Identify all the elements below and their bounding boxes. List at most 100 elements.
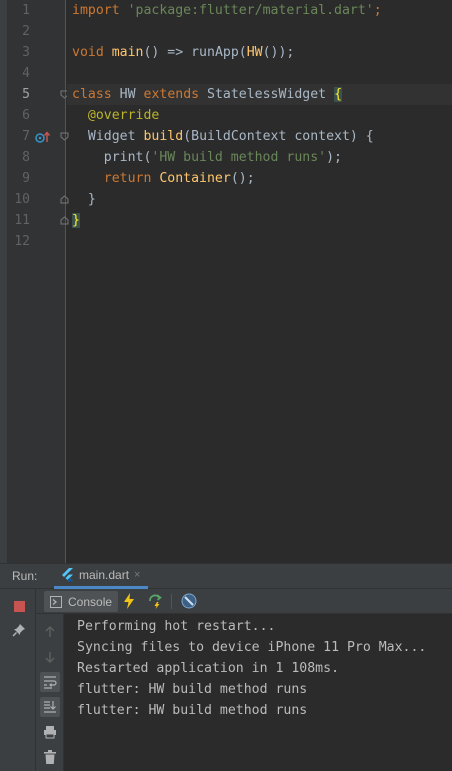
code-line-10: } <box>67 189 452 210</box>
line-number: 1 <box>22 3 30 18</box>
gutter-row: 7 <box>8 126 69 147</box>
toolbar-separator <box>171 594 172 609</box>
console-line: flutter: HW build method runs <box>77 703 308 718</box>
line-number: 3 <box>22 45 30 60</box>
run-tab-label: main.dart <box>79 568 130 582</box>
gutter-row: 2 <box>8 21 66 42</box>
gutter-row: 11 <box>8 210 69 231</box>
keyword: extends <box>143 87 200 102</box>
gutter-row: 12 <box>8 231 66 252</box>
brace-highlight: { <box>334 87 343 102</box>
scroll-down-icon <box>45 652 55 663</box>
code-line-1: import 'package:flutter/material.dart'; <box>67 0 452 21</box>
run-label: Run: <box>12 569 38 583</box>
console-side-toolbar <box>36 614 64 771</box>
keyword: import <box>72 3 120 18</box>
function-name: main <box>111 45 144 60</box>
line-number: 8 <box>22 150 30 165</box>
editor-gutter: 1 2 3 4 5 6 7 8 9 10 11 12 <box>8 0 69 563</box>
gutter-row: 3 <box>8 42 66 63</box>
run-left-toolbar <box>0 589 36 771</box>
gutter-row: 8 <box>8 147 66 168</box>
line-number: 4 <box>22 66 30 81</box>
close-icon[interactable]: × <box>134 569 140 581</box>
console-tab[interactable]: Console <box>44 591 119 612</box>
flutter-inspector-button[interactable] <box>180 592 198 610</box>
line-number: 2 <box>22 24 30 39</box>
code-text: () => runApp( <box>143 45 247 60</box>
code-text: (BuildContext context) { <box>183 129 374 144</box>
line-number: 12 <box>14 234 30 249</box>
console-icon <box>50 595 62 608</box>
code-text: ()); <box>262 45 295 60</box>
code-line-11: } <box>67 210 452 231</box>
pin-button[interactable] <box>9 620 29 640</box>
code-line-8: print('HW build method runs'); <box>67 147 452 168</box>
code-text: (); <box>230 171 255 186</box>
soft-wrap-icon <box>44 676 57 689</box>
code-text: ); <box>326 150 342 165</box>
override-method-icon[interactable] <box>34 129 52 145</box>
hot-reload-button[interactable] <box>120 592 138 610</box>
clear-all-button[interactable] <box>40 747 60 767</box>
scroll-to-end-button[interactable] <box>40 697 60 717</box>
line-number: 7 <box>22 129 30 144</box>
trash-icon <box>44 750 56 764</box>
print-button[interactable] <box>40 722 60 742</box>
scroll-down-button[interactable] <box>40 647 60 667</box>
keyword: class <box>72 87 112 102</box>
hot-reload-icon <box>124 593 134 609</box>
keyword: return <box>103 171 152 186</box>
soft-wrap-button[interactable] <box>40 672 60 692</box>
line-number: 9 <box>22 171 30 186</box>
stop-icon <box>13 600 25 612</box>
code-line-9: return Container(); <box>67 168 452 189</box>
function-name: build <box>143 129 184 144</box>
code-line-7: Widget build(BuildContext context) { <box>67 126 452 147</box>
code-line-5: class HW extends StatelessWidget { <box>67 84 452 105</box>
pin-icon <box>12 624 25 637</box>
class-ref: HW <box>246 45 263 60</box>
code-line-6: @override <box>67 105 452 126</box>
print-icon <box>44 726 56 739</box>
annotation: @override <box>87 108 160 123</box>
class-name: HW <box>119 87 136 102</box>
scroll-up-button[interactable] <box>40 622 60 642</box>
code-text: } <box>87 192 96 207</box>
gutter-row: 9 <box>8 168 66 189</box>
code-area[interactable]: import 'package:flutter/material.dart'; … <box>67 0 452 563</box>
gutter-row: 1 <box>8 0 66 21</box>
keyword: void <box>72 45 104 60</box>
flutter-inspector-icon <box>181 593 197 609</box>
line-number-current: 5 <box>22 87 30 102</box>
console-line: Performing hot restart... <box>77 619 276 634</box>
stop-button[interactable] <box>9 596 29 616</box>
run-panel: Run: main.dart × Console Performing hot … <box>0 563 452 771</box>
hot-restart-icon <box>149 594 162 609</box>
run-header: Run: main.dart × <box>0 563 452 589</box>
scroll-to-end-icon <box>44 701 56 713</box>
console-output[interactable]: Performing hot restart... Syncing files … <box>64 614 452 771</box>
punctuation: ; <box>373 3 382 18</box>
editor-left-strip <box>0 0 8 563</box>
string-literal: 'package:flutter/material.dart' <box>127 3 374 18</box>
console-tab-label: Console <box>68 594 113 609</box>
flutter-icon <box>62 568 73 582</box>
code-editor[interactable]: 1 2 3 4 5 6 7 8 9 10 11 12 import 'packa… <box>0 0 452 563</box>
console-toolbar: Console <box>36 589 452 614</box>
line-number: 11 <box>14 213 30 228</box>
gutter-row: 4 <box>8 63 66 84</box>
code-line-3: void main() => runApp(HW()); <box>67 42 452 63</box>
console-line: Restarted application in 1 108ms. <box>77 661 340 676</box>
console-line: Syncing files to device iPhone 11 Pro Ma… <box>77 640 427 655</box>
hot-restart-button[interactable] <box>146 592 164 610</box>
run-tab-main-dart[interactable]: main.dart × <box>54 564 149 589</box>
type-name: Widget <box>87 129 136 144</box>
line-number: 6 <box>22 108 30 123</box>
string-literal: 'HW build method runs' <box>151 150 327 165</box>
brace-highlight: } <box>72 213 80 228</box>
code-text: print( <box>103 150 152 165</box>
scroll-up-icon <box>45 626 55 637</box>
line-number: 10 <box>14 192 30 207</box>
class-ref: StatelessWidget <box>207 87 327 102</box>
